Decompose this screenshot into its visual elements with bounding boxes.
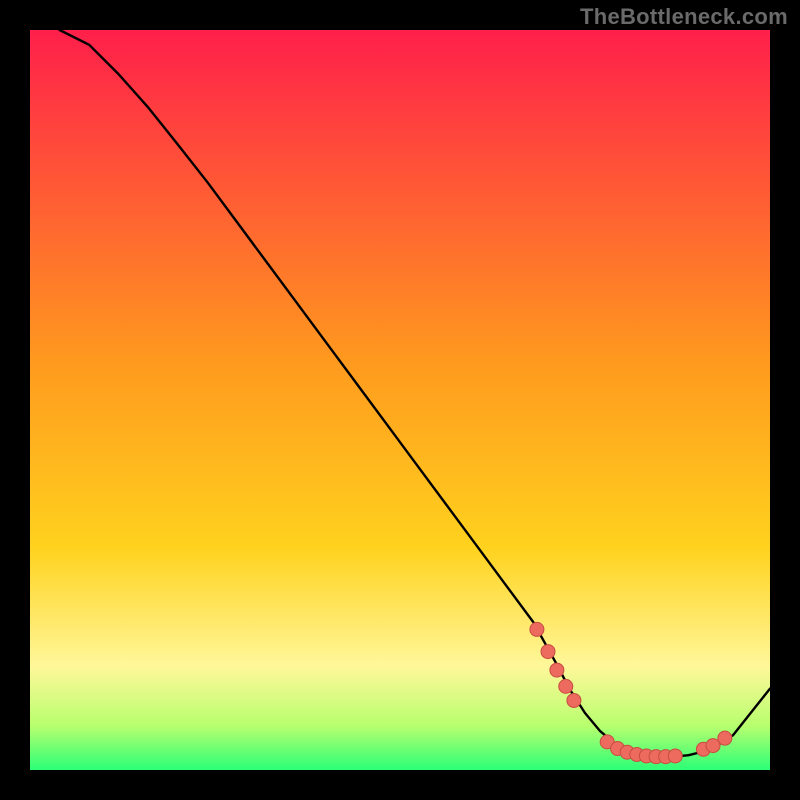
plot-background [30,30,770,770]
data-point-dot [550,663,564,677]
data-point-dot [541,645,555,659]
data-point-dot [718,731,732,745]
data-point-dot [668,749,682,763]
attribution-label: TheBottleneck.com [580,4,788,30]
bottleneck-chart [0,0,800,800]
data-point-dot [559,679,573,693]
data-point-dot [567,693,581,707]
data-point-dot [530,622,544,636]
chart-stage: TheBottleneck.com [0,0,800,800]
